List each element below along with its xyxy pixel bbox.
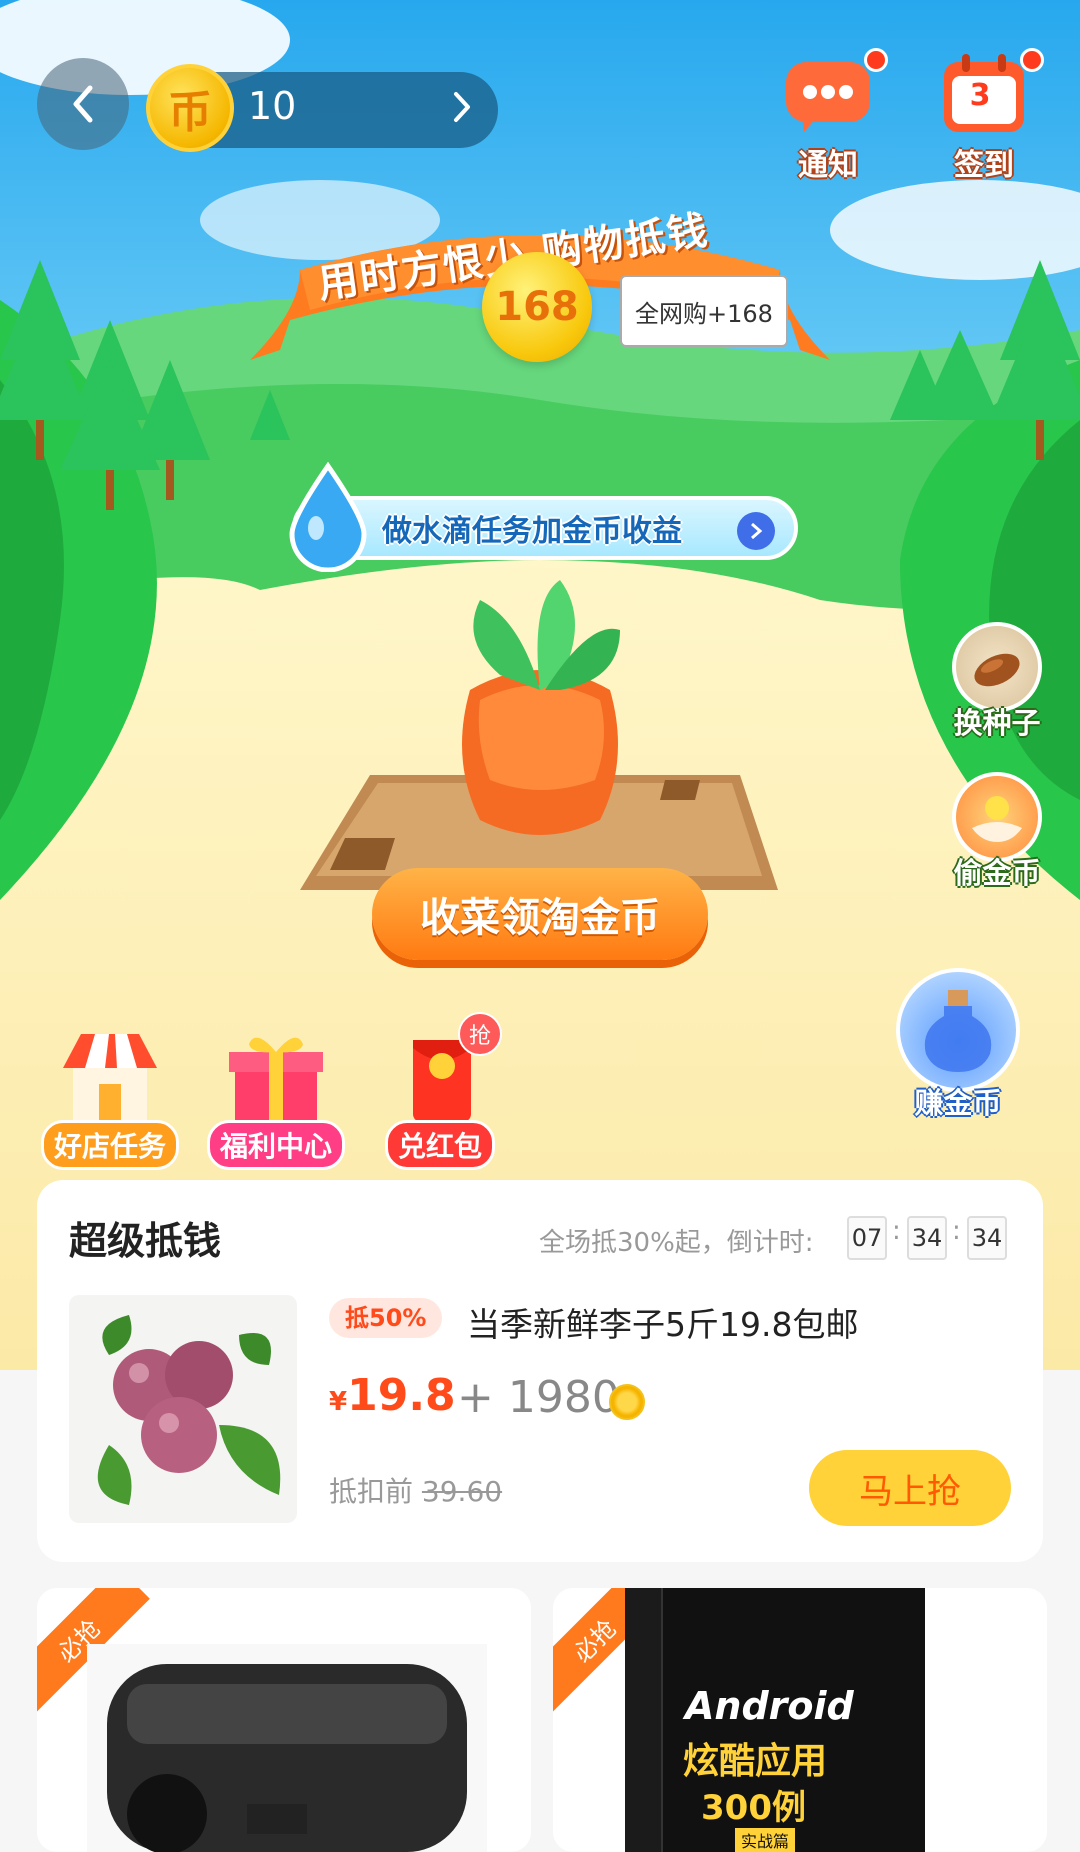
coin-count: 10 [248, 84, 297, 128]
harvest-button[interactable]: 收菜领淘金币 [372, 868, 708, 960]
product-image-plums[interactable] [69, 1295, 297, 1523]
timer-hours: 07 [847, 1216, 887, 1260]
book-cover-image: Android 炫酷应用 300例 实战篇 [625, 1588, 925, 1852]
back-button[interactable] [37, 58, 129, 150]
product-card-android-book[interactable]: 必抢 Android 炫酷应用 300例 实战篇 [553, 1588, 1047, 1852]
original-price-label: 抵扣前 [329, 1475, 414, 1508]
checkin-dot [1020, 48, 1044, 72]
notification-button[interactable]: 通知 [778, 48, 888, 184]
welfare-center-button[interactable]: 福利中心 [206, 1026, 346, 1180]
book-subtitle: 炫酷应用 [683, 1741, 828, 1782]
coin-icon [609, 1384, 645, 1420]
coin-cost: + 1980 [457, 1372, 620, 1423]
book-tag: 实战篇 [735, 1828, 796, 1852]
chevron-left-icon [73, 85, 93, 123]
gift-icon [229, 1037, 323, 1122]
book-title: Android [685, 1684, 854, 1728]
countdown-label: 全场抵30%起，倒计时: [539, 1228, 814, 1258]
redeem-red-packet-label: 兑红包 [384, 1120, 495, 1170]
super-deal-title: 超级抵钱 [69, 1219, 222, 1263]
notification-dot [864, 48, 888, 72]
timer-minutes: 34 [907, 1216, 947, 1260]
discount-badge: 抵50% [329, 1298, 443, 1338]
timer-separator: : [892, 1216, 901, 1246]
change-seed-button[interactable]: 换种子 [942, 622, 1052, 742]
product-name[interactable]: 当季新鲜李子5斤19.8包邮 [467, 1298, 858, 1346]
welfare-center-label: 福利中心 [206, 1120, 345, 1170]
product-card-earbuds[interactable]: 必抢 [37, 1588, 531, 1852]
change-seed-label: 换种子 [953, 706, 1041, 740]
book-count: 300例 [701, 1788, 806, 1828]
timer-seconds: 34 [967, 1216, 1007, 1260]
bonus-coin[interactable]: 168 [482, 252, 592, 362]
price-value: 19.8 [347, 1370, 456, 1421]
steal-coins-button[interactable]: 偷金币 [942, 772, 1052, 892]
chevron-right-icon [454, 92, 470, 122]
original-price: 抵扣前 39.60 [329, 1470, 502, 1510]
checkin-day: 3 [969, 78, 991, 113]
hand-coin-icon [952, 772, 1042, 862]
water-task-label: 做水滴任务加金币收益 [382, 514, 682, 549]
message-bubble-icon [786, 62, 870, 132]
steal-coins-label: 偷金币 [953, 856, 1041, 890]
potion-icon [896, 968, 1020, 1092]
water-drop-icon [289, 462, 367, 572]
water-task-arrow-icon [737, 512, 775, 550]
product-price: ¥19.8 [329, 1370, 456, 1421]
checkin-button[interactable]: 3 签到 [934, 48, 1044, 184]
price-symbol: ¥ [329, 1387, 348, 1417]
redeem-red-packet-button[interactable]: 抢 兑红包 [370, 1012, 510, 1180]
checkin-label: 签到 [954, 148, 1014, 183]
notification-label: 通知 [798, 148, 858, 183]
store-icon [63, 1034, 157, 1122]
shop-task-label: 好店任务 [40, 1120, 179, 1170]
original-price-value: 39.60 [421, 1475, 503, 1508]
super-deal-card: 超级抵钱 全场抵30%起，倒计时: 07 : 34 : 34 抵50% 当季新鲜… [37, 1180, 1043, 1562]
earn-coins-button[interactable]: 赚金币 [890, 968, 1026, 1122]
seed-icon [952, 622, 1042, 712]
timer-separator: : [952, 1216, 961, 1246]
bonus-tooltip: 全网购+168 [620, 275, 788, 347]
grab-badge: 抢 [458, 1012, 502, 1056]
coin-icon: 币 [146, 64, 234, 152]
earn-coins-label: 赚金币 [914, 1086, 1002, 1120]
buy-now-button[interactable]: 马上抢 [809, 1450, 1011, 1526]
shop-task-button[interactable]: 好店任务 [40, 1026, 180, 1180]
earbuds-case-image [87, 1644, 487, 1852]
